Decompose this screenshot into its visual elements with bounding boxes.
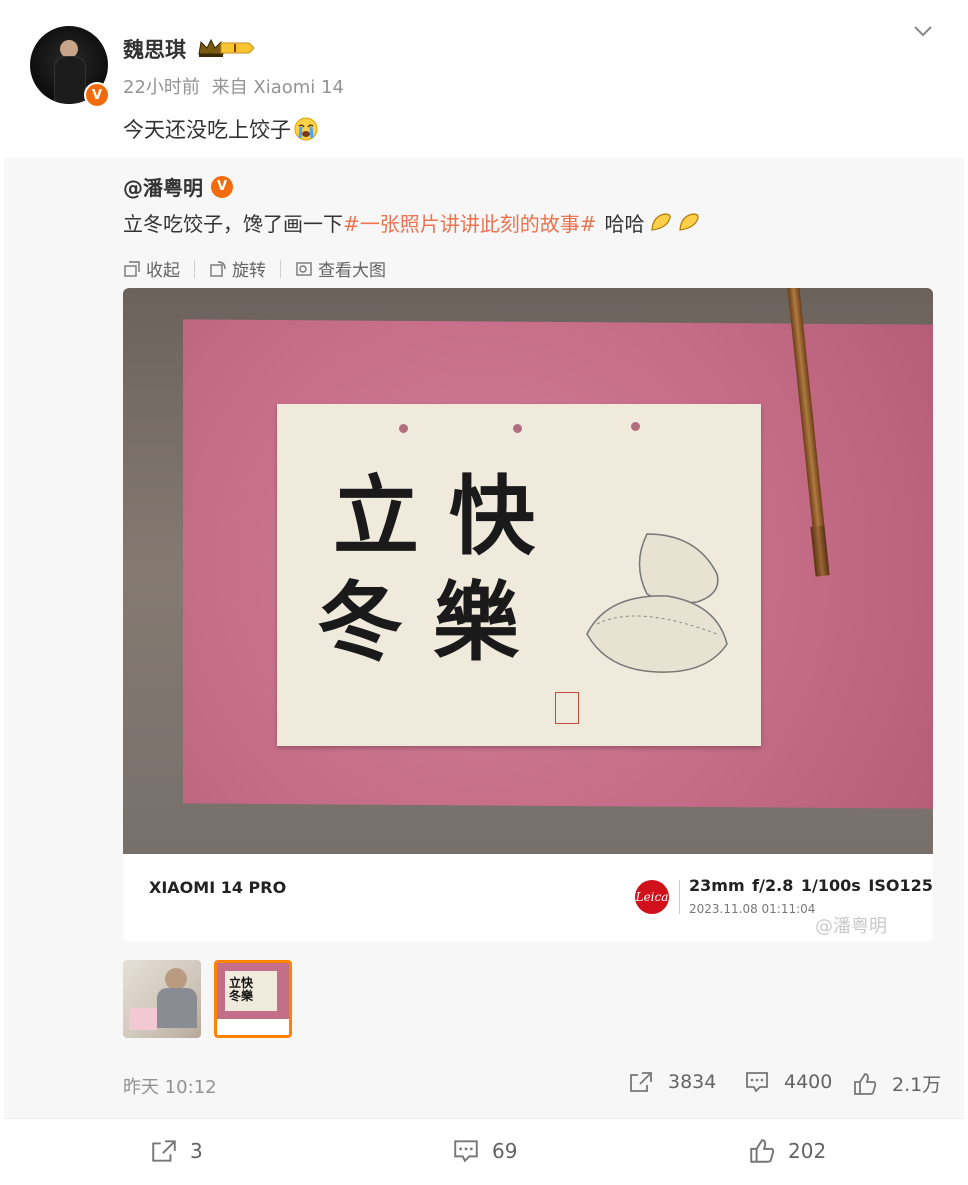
post-text-content: 今天还没吃上饺子 (123, 118, 291, 142)
repost-share-button[interactable]: 3834 (628, 1070, 716, 1094)
dumpling-drawing (586, 533, 728, 673)
post-meta: 22小时前 来自 Xiaomi 14 (123, 73, 350, 99)
divider (280, 259, 281, 278)
verified-badge-icon: V (211, 175, 233, 198)
seal-stamp (555, 692, 579, 724)
repost-comment-button[interactable]: 4400 (744, 1070, 832, 1094)
repost-like-button[interactable]: 2.1万 (852, 1070, 941, 1097)
rotate-label: 旋转 (232, 261, 266, 281)
repost-text-before: 立冬吃饺子，馋了画一下 (123, 212, 343, 236)
watermark-datetime: 2023.11.08 01:11:04 (689, 902, 816, 916)
repost-comment-count: 4400 (784, 1071, 833, 1093)
author-name[interactable]: 魏思琪 (123, 34, 186, 64)
post-source: 来自 Xiaomi 14 (211, 77, 344, 98)
repost-photo[interactable]: 立 快 冬 樂 XIAOMI 14 PRO Leica 23mm f/2.8 1… (123, 288, 933, 942)
repost-like-count: 2.1万 (892, 1074, 942, 1096)
chevron-down-icon[interactable] (912, 22, 934, 40)
weibo-post-card: V 魏思琪 I 22小时前 来自 Xiaomi 14 今天还没吃上饺子 @潘粤明… (0, 0, 968, 1185)
collapse-icon (124, 260, 140, 277)
repost-author-name[interactable]: @潘粤明 (123, 172, 203, 201)
view-large-icon (296, 261, 312, 276)
comment-button[interactable]: 69 (452, 1138, 517, 1164)
post-text: 今天还没吃上饺子 (123, 114, 319, 144)
repost-share-count: 3834 (668, 1071, 717, 1093)
dumpling-icon (678, 212, 699, 231)
watermark-model: XIAOMI 14 PRO (149, 878, 287, 897)
share-button[interactable]: 3 (150, 1138, 203, 1164)
rotate-button[interactable]: 旋转 (209, 256, 266, 281)
crying-face-icon (294, 117, 318, 141)
divider (194, 259, 195, 278)
verified-badge-icon: V (84, 82, 110, 108)
comment-icon (454, 1140, 478, 1163)
thumbs-up-icon (854, 1072, 877, 1095)
divider (679, 880, 680, 914)
photo-scene: 立 快 冬 樂 (123, 288, 933, 854)
repost-time[interactable]: 昨天 10:12 (123, 1073, 217, 1099)
calligraphy-paper: 立 快 冬 樂 (277, 404, 761, 746)
thumbnail-2-selected[interactable]: 立快 冬樂 (214, 960, 292, 1038)
like-count: 202 (788, 1139, 827, 1163)
image-actions-bar: 收起 旋转 查看大图 (123, 256, 386, 281)
view-large-label: 查看大图 (318, 261, 386, 281)
repost-author[interactable]: @潘粤明 V (123, 172, 233, 201)
share-count: 3 (190, 1139, 203, 1163)
dumpling-icon (650, 212, 671, 231)
member-crown-icon[interactable]: I (197, 37, 255, 59)
rotate-icon (210, 260, 226, 277)
comment-icon (746, 1072, 768, 1093)
topic-link[interactable]: #一张照片讲讲此刻的故事# (343, 208, 597, 237)
post-time[interactable]: 22小时前 (123, 77, 200, 98)
collapse-label: 收起 (146, 261, 180, 281)
calligraphy-top: 立 快 (333, 466, 535, 567)
watermark-specs: 23mm f/2.8 1/100s ISO125 (689, 876, 933, 895)
view-large-button[interactable]: 查看大图 (295, 256, 386, 281)
leica-logo: Leica (635, 880, 669, 914)
divider (4, 1118, 964, 1119)
weibo-watermark: @潘粤明 (815, 916, 887, 937)
comment-count: 69 (492, 1139, 518, 1163)
camera-watermark: XIAOMI 14 PRO Leica 23mm f/2.8 1/100s IS… (123, 854, 933, 942)
like-button[interactable]: 202 (748, 1138, 826, 1164)
share-icon (630, 1072, 652, 1092)
share-icon (152, 1140, 176, 1162)
calligraphy-bottom: 冬 樂 (317, 572, 519, 673)
collapse-button[interactable]: 收起 (123, 256, 180, 281)
repost-text: 立冬吃饺子，馋了画一下 #一张照片讲讲此刻的故事# 哈哈 (123, 208, 701, 237)
repost-text-after: 哈哈 (604, 212, 645, 236)
level-badge-text: I (233, 42, 237, 55)
thumbnail-1[interactable] (123, 960, 201, 1038)
thumbs-up-icon (750, 1139, 775, 1163)
